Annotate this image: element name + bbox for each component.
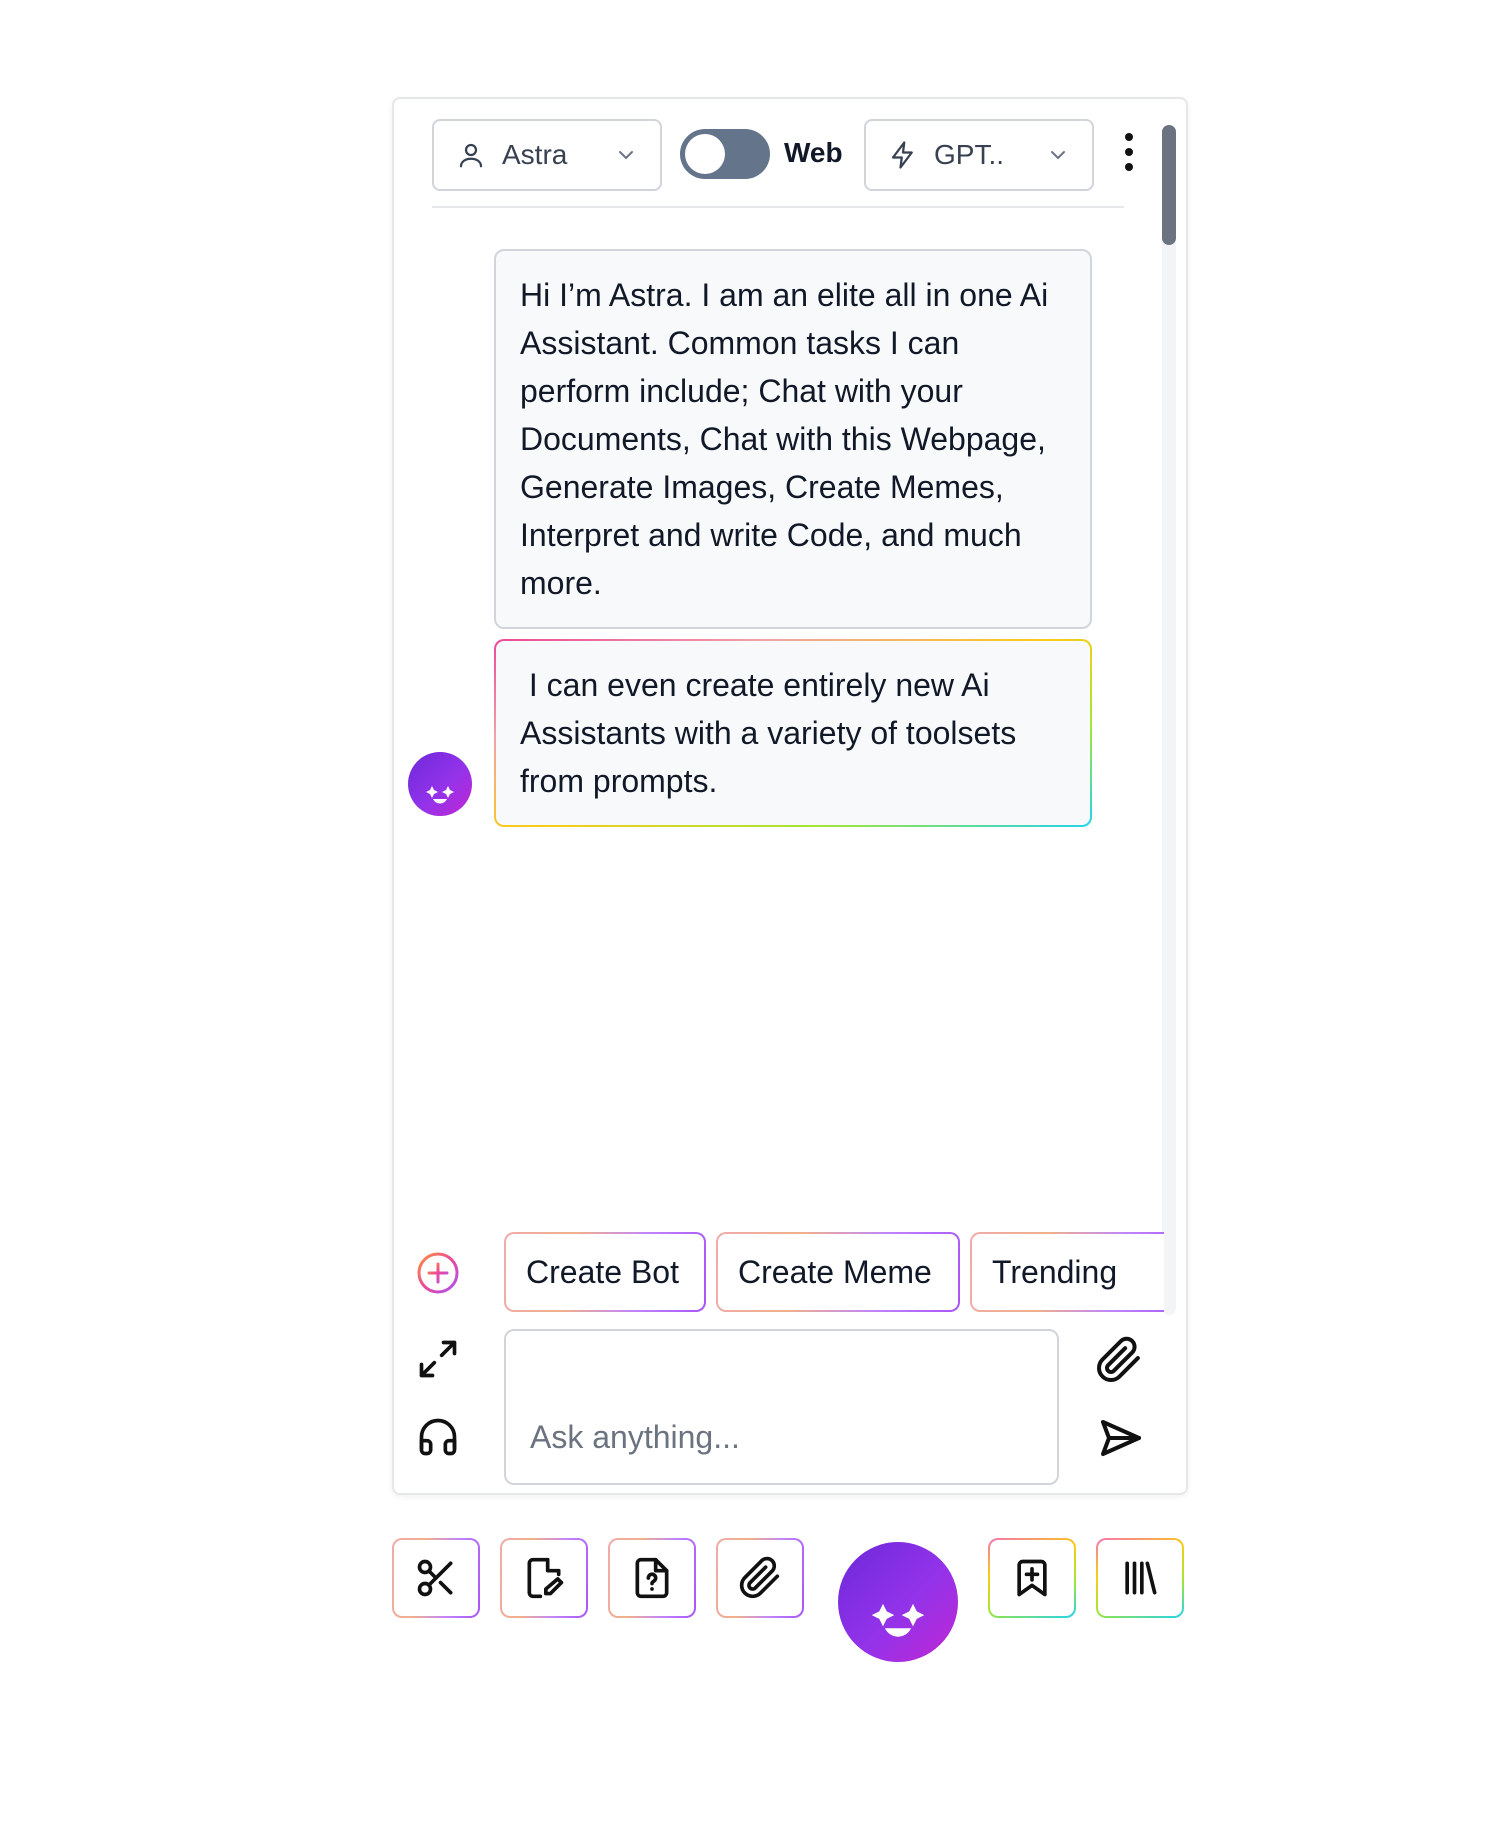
user-icon bbox=[456, 140, 486, 170]
help-document-icon bbox=[630, 1556, 674, 1600]
add-circle-icon[interactable] bbox=[416, 1251, 460, 1295]
message-input[interactable]: Ask anything... bbox=[504, 1329, 1059, 1485]
trending-chip[interactable]: Trending bbox=[970, 1232, 1164, 1312]
web-toggle[interactable] bbox=[680, 129, 770, 179]
kebab-menu-icon[interactable] bbox=[1122, 133, 1136, 177]
bookmark-add-button[interactable] bbox=[988, 1538, 1076, 1618]
lightning-icon bbox=[888, 140, 918, 170]
assistant-launcher-button[interactable] bbox=[838, 1542, 958, 1662]
edit-document-button[interactable] bbox=[500, 1538, 588, 1618]
library-icon bbox=[1118, 1556, 1162, 1600]
bookmark-add-icon bbox=[1010, 1556, 1054, 1600]
chevron-down-icon bbox=[614, 143, 638, 167]
expand-icon[interactable] bbox=[416, 1337, 460, 1381]
chat-panel: Astra Web GPT.. Hi I’m Astra. I am an el… bbox=[392, 97, 1188, 1495]
assistant-avatar-icon bbox=[871, 1603, 925, 1637]
scissors-button[interactable] bbox=[392, 1538, 480, 1618]
scissors-icon bbox=[414, 1556, 458, 1600]
library-button[interactable] bbox=[1096, 1538, 1184, 1618]
toggle-knob bbox=[685, 134, 725, 174]
assistant-message: I can even create entirely new Ai Assist… bbox=[494, 639, 1092, 827]
model-select-label: GPT.. bbox=[934, 139, 1005, 170]
assistant-message: Hi I’m Astra. I am an elite all in one A… bbox=[494, 249, 1092, 629]
model-select[interactable]: GPT.. bbox=[864, 119, 1094, 191]
send-icon[interactable] bbox=[1096, 1413, 1146, 1463]
chevron-down-icon bbox=[1046, 143, 1070, 167]
web-toggle-label: Web bbox=[784, 137, 843, 168]
quick-actions: Create Bot Create Meme Trending bbox=[504, 1232, 1164, 1312]
paperclip-icon bbox=[738, 1556, 782, 1600]
header-divider bbox=[432, 206, 1124, 208]
help-document-button[interactable] bbox=[608, 1538, 696, 1618]
edit-document-icon bbox=[522, 1556, 566, 1600]
create-meme-chip[interactable]: Create Meme bbox=[716, 1232, 960, 1312]
create-bot-chip[interactable]: Create Bot bbox=[504, 1232, 706, 1312]
assistant-avatar-icon bbox=[408, 752, 472, 816]
assistant-select[interactable]: Astra bbox=[432, 119, 662, 191]
assistant-select-label: Astra bbox=[502, 139, 568, 170]
message-input-placeholder: Ask anything... bbox=[530, 1419, 740, 1455]
scrollbar-track[interactable] bbox=[1162, 125, 1176, 1315]
headphones-icon[interactable] bbox=[416, 1415, 460, 1459]
scrollbar-thumb[interactable] bbox=[1162, 125, 1176, 245]
paperclip-icon[interactable] bbox=[1094, 1335, 1144, 1385]
attach-button[interactable] bbox=[716, 1538, 804, 1618]
